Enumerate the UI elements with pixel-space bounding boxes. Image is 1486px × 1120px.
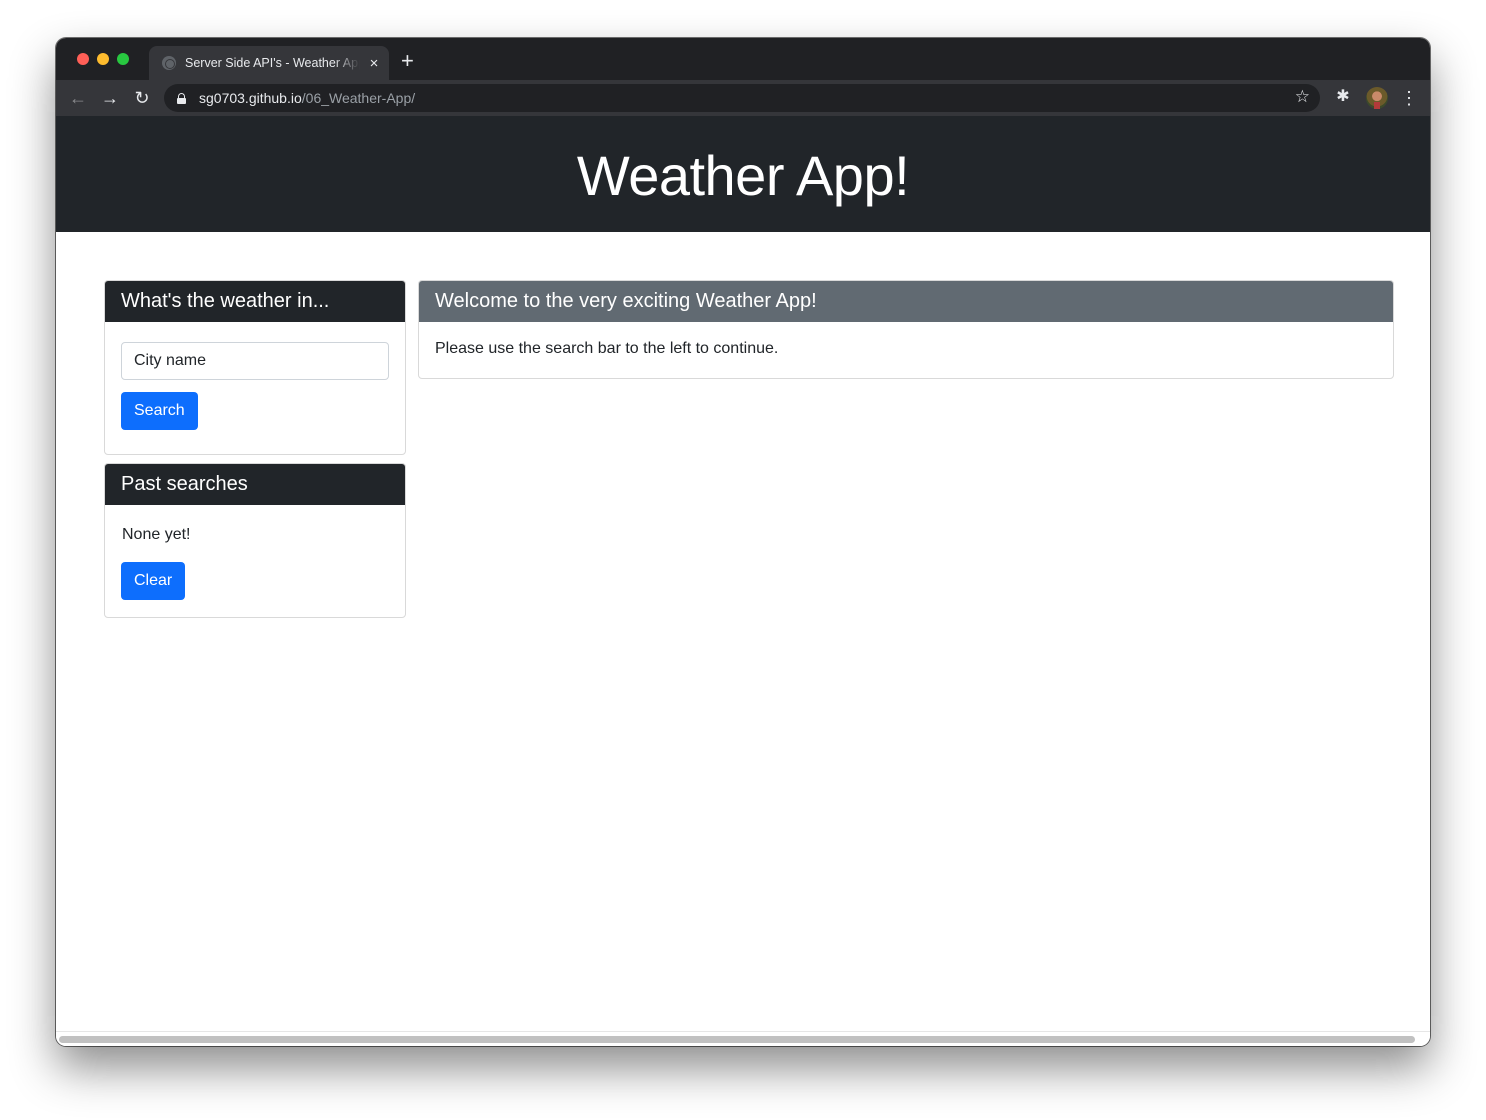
- search-card: What's the weather in... Search: [104, 280, 406, 455]
- tab-title: Server Side API's - Weather App: [185, 56, 360, 70]
- search-button[interactable]: Search: [121, 392, 198, 430]
- past-searches-card: Past searches None yet! Clear: [104, 463, 406, 618]
- address-bar[interactable]: sg0703.github.io/06_Weather-App/ ☆: [164, 84, 1320, 112]
- city-name-input[interactable]: [121, 342, 389, 380]
- globe-icon: [162, 56, 176, 70]
- page-header: Weather App!: [56, 116, 1430, 232]
- lock-icon[interactable]: [177, 92, 186, 104]
- maximize-window-button[interactable]: [117, 53, 129, 65]
- browser-toolbar: ← → ↻ sg0703.github.io/06_Weather-App/ ☆…: [56, 80, 1430, 116]
- clear-button[interactable]: Clear: [121, 562, 186, 600]
- url-path: /06_Weather-App/: [301, 90, 416, 106]
- minimize-window-button[interactable]: [97, 53, 109, 65]
- tab-strip: Server Side API's - Weather App × +: [56, 38, 1430, 80]
- page-title: Weather App!: [576, 143, 910, 207]
- browser-tab[interactable]: Server Side API's - Weather App ×: [149, 46, 389, 80]
- bookmark-star-icon[interactable]: ☆: [1295, 87, 1310, 107]
- forward-arrow-icon[interactable]: →: [98, 86, 122, 110]
- welcome-card-header: Welcome to the very exciting Weather App…: [419, 281, 1393, 322]
- url-domain: sg0703.github.io: [199, 90, 302, 106]
- more-menu-icon[interactable]: ⋮: [1400, 86, 1418, 110]
- search-card-header: What's the weather in...: [105, 281, 405, 322]
- welcome-card-body: Please use the search bar to the left to…: [435, 340, 779, 357]
- profile-avatar[interactable]: [1366, 87, 1388, 109]
- reload-icon[interactable]: ↻: [130, 86, 154, 110]
- horizontal-scrollbar[interactable]: [56, 1031, 1430, 1046]
- page-content: Weather App! What's the weather in... Se…: [56, 116, 1430, 1031]
- past-searches-empty-text: None yet!: [122, 526, 191, 543]
- back-arrow-icon[interactable]: ←: [66, 86, 90, 110]
- extensions-puzzle-icon[interactable]: ✱: [1334, 88, 1352, 106]
- url-text[interactable]: sg0703.github.io/06_Weather-App/: [199, 90, 415, 106]
- new-tab-button[interactable]: +: [401, 50, 414, 72]
- close-tab-icon[interactable]: ×: [366, 55, 382, 72]
- close-window-button[interactable]: [77, 53, 89, 65]
- browser-window: Server Side API's - Weather App × + ← → …: [56, 38, 1430, 1046]
- welcome-card: Welcome to the very exciting Weather App…: [418, 280, 1394, 379]
- past-searches-header: Past searches: [105, 464, 405, 505]
- scrollbar-thumb[interactable]: [59, 1036, 1415, 1043]
